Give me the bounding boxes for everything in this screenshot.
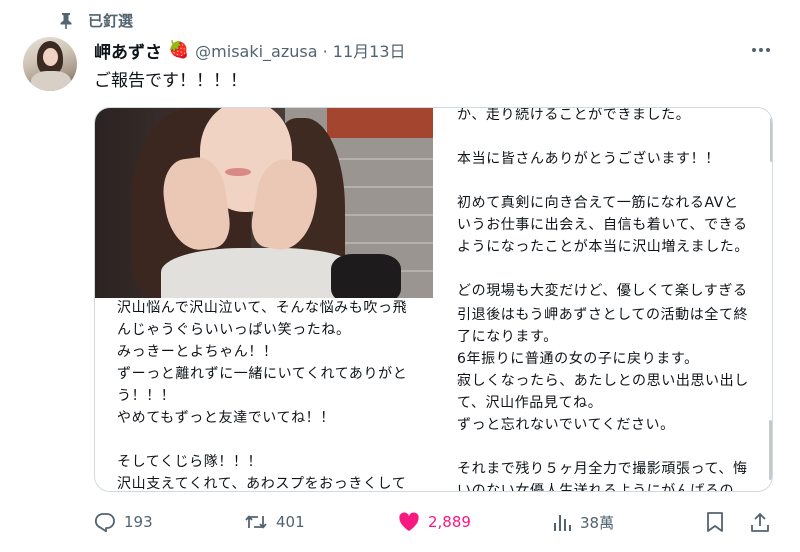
text-line: ようになったことが本当に沢山増えました。 (457, 239, 749, 255)
pin-icon (58, 11, 74, 29)
text-line: う！！！ (117, 388, 176, 404)
text-line: どの現場も大変だけど、優しくて楽しすぎる (457, 283, 748, 298)
text-line: ずーっと離れずに一緒にいてくれてありがと (117, 366, 408, 382)
views-count: 38萬 (580, 513, 615, 532)
text-line: 6年振りに普通の女の子に戻ります。 (457, 351, 699, 367)
reply-icon (94, 513, 115, 533)
more-options-icon[interactable] (749, 40, 773, 60)
retweet-count: 401 (276, 513, 305, 531)
media-grid: か、走り続けることができました。本当に皆さんありがとうございます！！ 初めて真剣に… (94, 107, 773, 492)
display-name[interactable]: 岬あずさ (94, 38, 162, 63)
text-line: 本当に皆さんありがとうございます！！ (457, 151, 720, 167)
text-image-top-right[interactable]: か、走り続けることができました。本当に皆さんありがとうございます！！ 初めて真剣に… (435, 108, 772, 298)
text-line: 沢山支えてくれて、あわスプをおっきくして (117, 476, 407, 492)
tweet-header: 岬あずさ 🍓 @misaki_azusa · 11月13日 (94, 38, 406, 63)
views-icon (554, 515, 571, 531)
avatar[interactable] (23, 37, 77, 91)
action-bar: 193 401 2,889 38萬 (94, 507, 774, 537)
text-line: ずっと忘れないでいてください。 (457, 417, 675, 433)
retweet-icon (245, 515, 267, 529)
text-line: いのない女優人生送れるようにがんばるの (457, 483, 735, 492)
tweet-text: ご報告です！！！！ (94, 71, 247, 91)
text-line: そしてくじら隊！！！ (117, 454, 263, 470)
text-line: いうお仕事に出会え、自信も着いて、できる (457, 217, 748, 233)
text-line: 引退後はもう岬あずさとしての活動は全て終 (457, 307, 749, 323)
text-line (117, 429, 407, 451)
bookmark-icon (707, 512, 723, 532)
views-button[interactable]: 38萬 (552, 507, 614, 537)
text-line: 初めて真剣に向き合えて一筋になれるAVと (457, 195, 739, 211)
text-line (457, 126, 749, 148)
text-image-bottom-left[interactable]: 沢山悩んで沢山泣いて、そんな悩みも吹っ飛 んじゃうぐらいいっぱい笑ったね。 みっきー… (95, 300, 433, 492)
share-icon (751, 513, 769, 532)
reply-count: 193 (124, 513, 153, 531)
bookmark-button[interactable] (706, 507, 724, 537)
retweet-button[interactable]: 401 (244, 507, 305, 537)
pinned-indicator: 已釘選 (58, 10, 133, 30)
text-line: やめてもずっと友達でいてね！！ (117, 410, 335, 426)
text-line: それまで残り５ヶ月全力で撮影頑張って、悔 (457, 461, 748, 477)
text-line: んじゃうぐらいいっぱい笑ったね。 (117, 322, 351, 338)
text-line: 寂しくなったら、あたしとの思い出思い出し (457, 373, 749, 389)
text-line: 沢山悩んで沢山泣いて、そんな悩みも吹っ飛 (117, 300, 408, 316)
text-line (457, 436, 749, 458)
text-line: みっきーとよちゃん！！ (117, 344, 278, 360)
text-line (457, 170, 749, 192)
like-button[interactable]: 2,889 (398, 507, 471, 537)
pinned-label: 已釘選 (88, 11, 134, 30)
handle-and-date[interactable]: @misaki_azusa · 11月13日 (195, 38, 405, 62)
reply-button[interactable]: 193 (94, 507, 153, 537)
photo-image[interactable] (95, 108, 433, 298)
like-count: 2,889 (428, 513, 471, 531)
text-image-bottom-right[interactable]: 引退後はもう岬あずさとしての活動は全て終 了になります。 6年振りに普通の女の子に戻… (435, 300, 772, 492)
text-line: 了になります。 (457, 329, 558, 345)
text-line: か、走り続けることができました。 (457, 108, 691, 123)
heart-icon (399, 512, 419, 531)
text-line (457, 258, 749, 280)
text-line: て、沢山作品見てね。 (457, 395, 603, 411)
strawberry-emoji: 🍓 (168, 40, 190, 60)
share-button[interactable] (750, 507, 770, 537)
